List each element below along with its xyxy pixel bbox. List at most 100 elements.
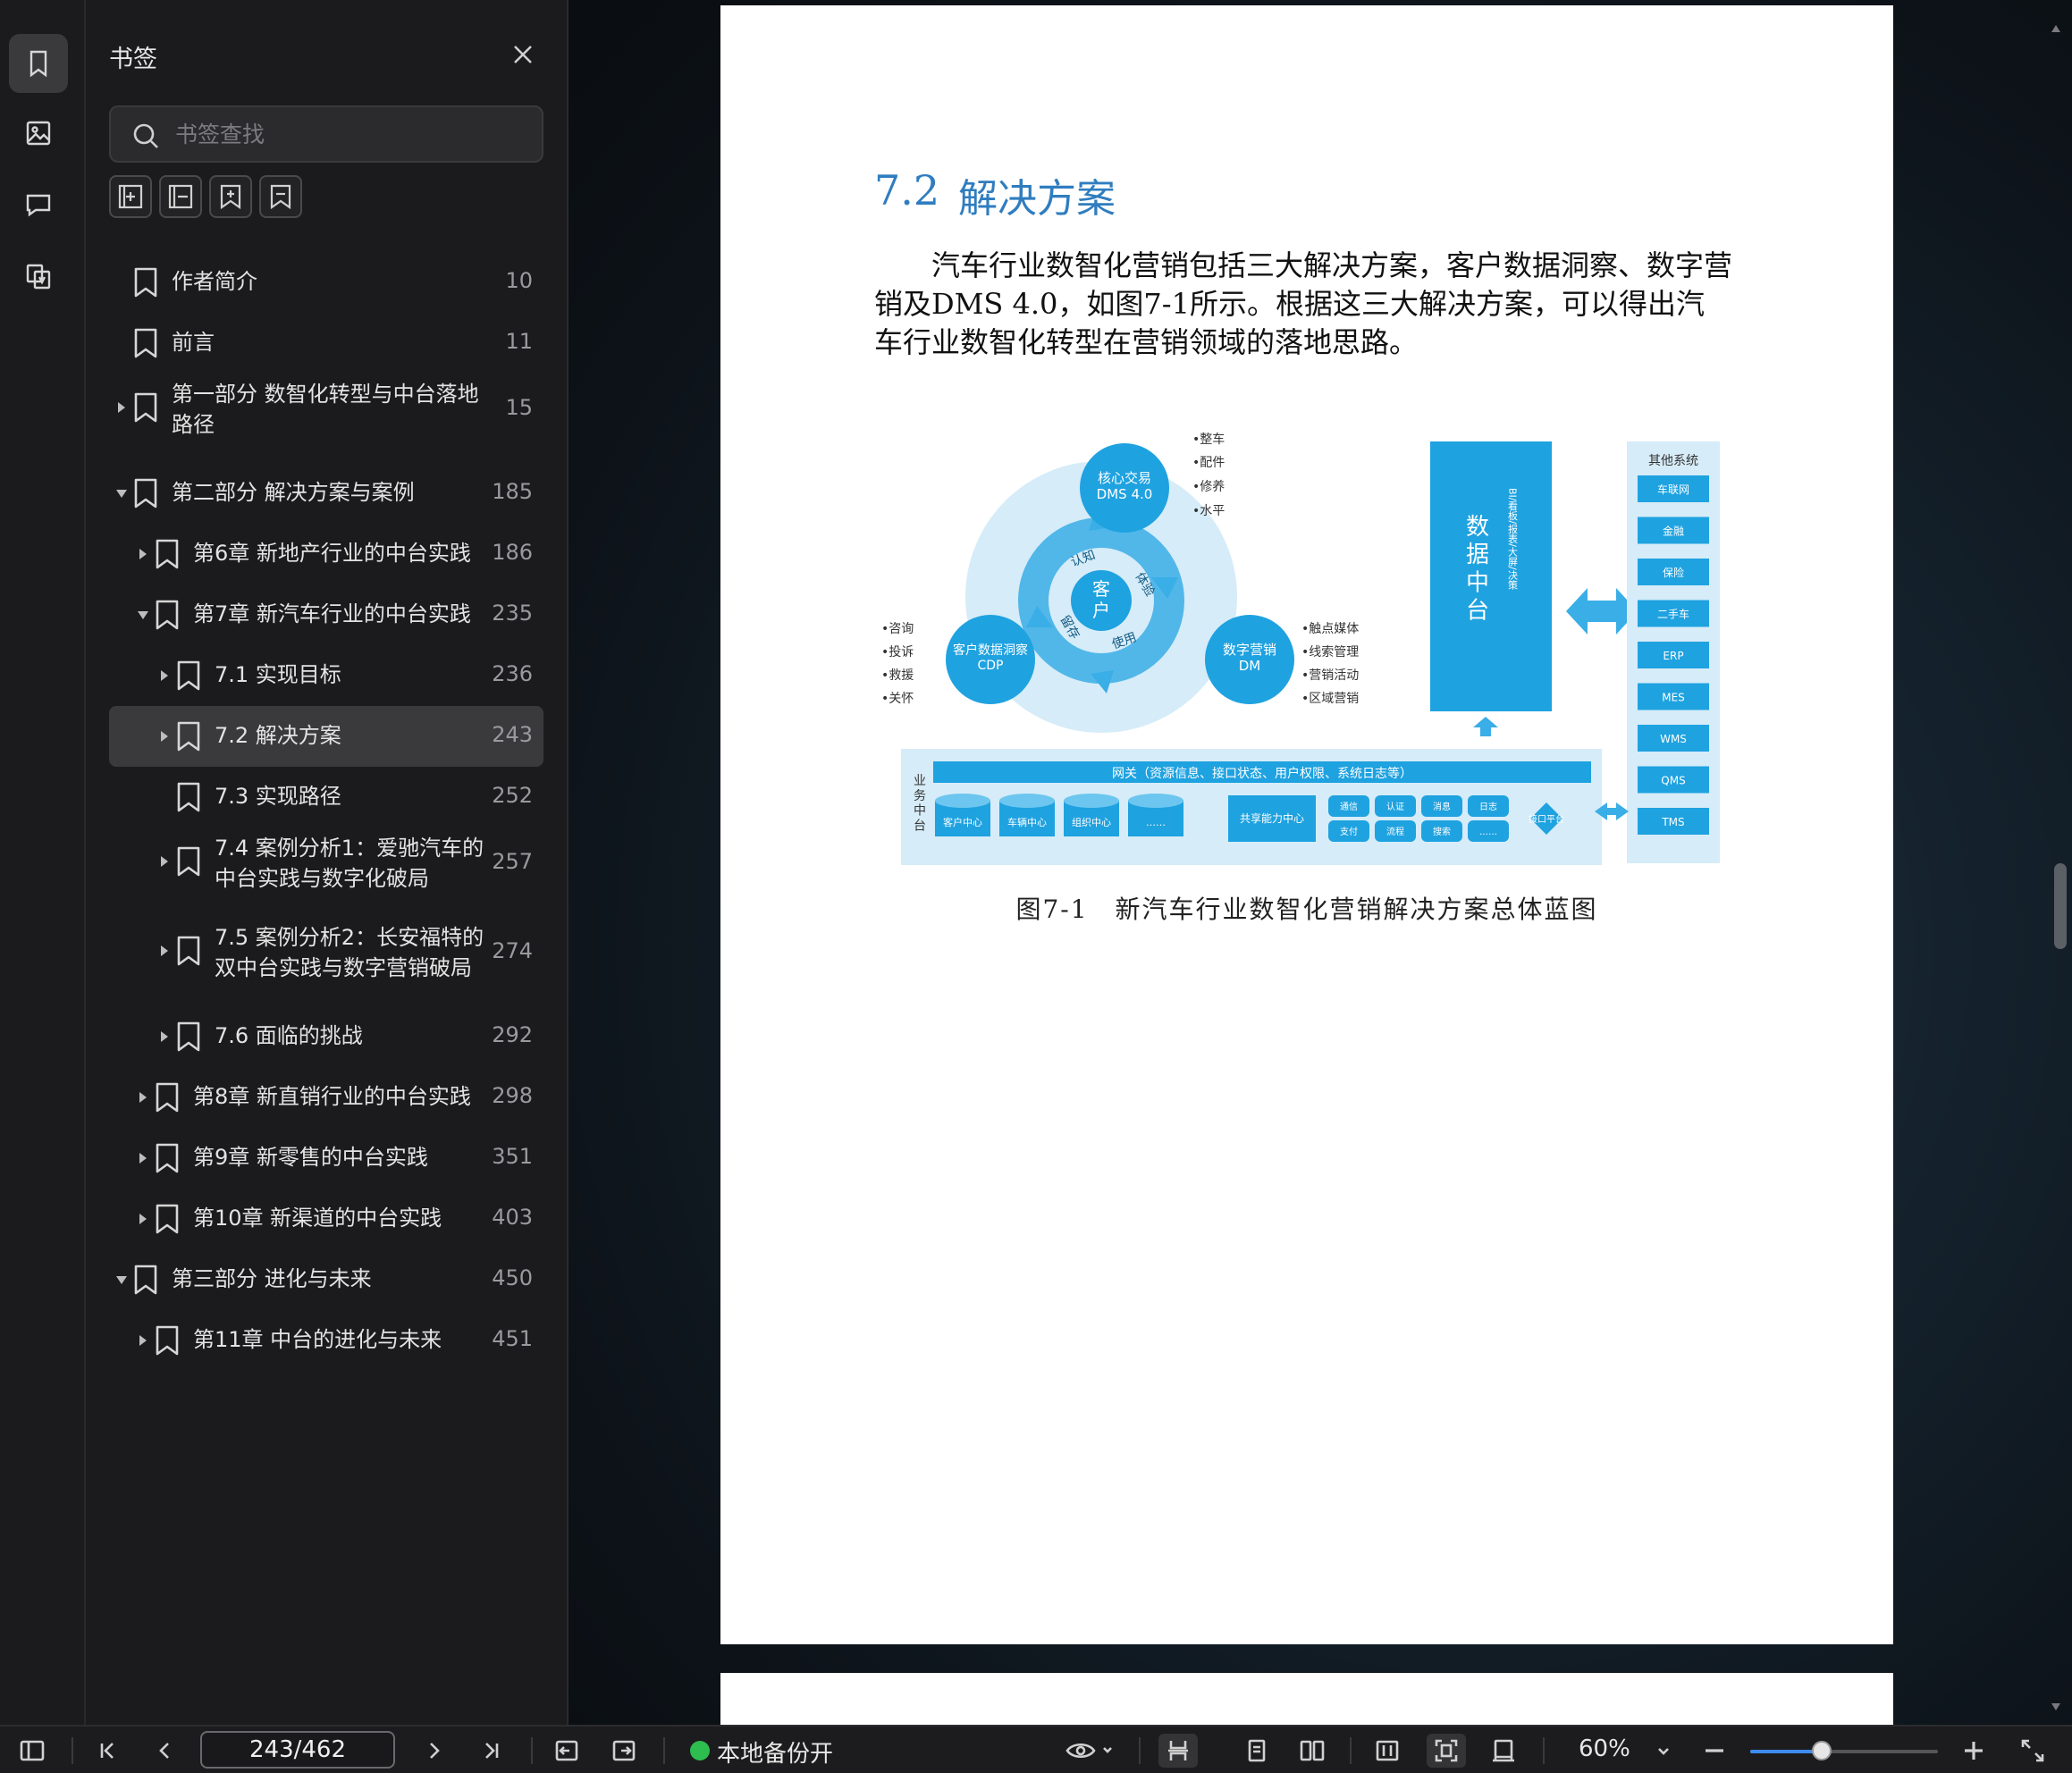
- toolbar-separator: [663, 1737, 665, 1764]
- system-item-label: QMS: [1661, 775, 1685, 787]
- bookmark-icon: [154, 599, 181, 631]
- bookmark-item[interactable]: 7.3 实现路径 252: [109, 767, 543, 828]
- expand-triangle-right-icon[interactable]: [136, 547, 150, 561]
- expand-triangle-right-icon[interactable]: [136, 1333, 150, 1348]
- zoom-out-button[interactable]: [1697, 1734, 1732, 1768]
- scroll-up-arrow[interactable]: [2047, 20, 2065, 38]
- bookmark-icon: [132, 266, 159, 298]
- expand-triangle-down-icon[interactable]: [136, 608, 150, 622]
- bookmark-label: 第6章 新地产行业的中台实践: [193, 541, 471, 566]
- toolbar-separator: [1350, 1737, 1352, 1764]
- attachment-tab-button[interactable]: [9, 247, 68, 306]
- expand-triangle-down-icon[interactable]: [114, 1273, 129, 1287]
- bookmark-label: 7.4 案例分析1：爱驰汽车的 中台实践与数字化破局: [215, 836, 484, 891]
- previous-page-button[interactable]: [147, 1734, 182, 1768]
- panel-title: 书签: [109, 46, 157, 73]
- bullet-text: •触点媒体: [1301, 622, 1359, 636]
- document-viewport[interactable]: 7.2 解决方案 汽车行业数智化营销包括三大解决方案，客户数据洞察、数字营销及D…: [569, 0, 2072, 1725]
- bookmark-item[interactable]: 第10章 新渠道的中台实践 403: [109, 1189, 543, 1249]
- add-bookmark-button[interactable]: [109, 175, 152, 218]
- expand-bookmarks-button[interactable]: [209, 175, 252, 218]
- navigate-forward-button[interactable]: [606, 1734, 642, 1768]
- first-page-button[interactable]: [89, 1734, 125, 1768]
- system-item-label: 二手车: [1657, 608, 1689, 621]
- bookmark-item[interactable]: 第三部分 进化与未来 450: [109, 1249, 543, 1310]
- bookmark-item[interactable]: 第7章 新汽车行业的中台实践 235: [109, 584, 543, 645]
- thumbnail-tab-button[interactable]: [9, 104, 68, 163]
- single-page-button[interactable]: [1237, 1734, 1276, 1768]
- bookmark-item[interactable]: 7.1 实现目标 236: [109, 645, 543, 706]
- next-page-button[interactable]: [417, 1734, 452, 1768]
- bookmark-item[interactable]: 第二部分 解决方案与案例 185: [109, 463, 543, 524]
- navigate-back-button[interactable]: [549, 1734, 585, 1768]
- double-page-button[interactable]: [1293, 1734, 1332, 1768]
- actual-size-button[interactable]: [1484, 1734, 1523, 1768]
- system-item-label: 金融: [1663, 525, 1684, 538]
- comment-tab-button[interactable]: [9, 175, 68, 234]
- expand-triangle-right-icon[interactable]: [136, 1151, 150, 1165]
- bookmark-icon: [154, 1324, 181, 1357]
- sidebar-toggle-icon: [20, 1740, 45, 1761]
- bookmark-item[interactable]: 第8章 新直销行业的中台实践 298: [109, 1067, 543, 1128]
- expand-triangle-down-icon[interactable]: [114, 486, 129, 500]
- chevron-left-icon: [159, 1743, 169, 1759]
- fullscreen-button[interactable]: [2015, 1734, 2051, 1768]
- zoom-in-button[interactable]: [1956, 1734, 1992, 1768]
- bookmark-item[interactable]: 作者简介 10: [109, 252, 543, 313]
- system-item-label: 保险: [1663, 566, 1684, 579]
- bookmark-item[interactable]: 7.4 案例分析1：爱驰汽车的 中台实践与数字化破局 257: [109, 828, 543, 903]
- bookmark-item[interactable]: 7.5 案例分析2：长安福特的 双中台实践与数字营销破局 274: [109, 917, 543, 992]
- read-mode-button[interactable]: [1060, 1734, 1119, 1768]
- expand-triangle-right-icon[interactable]: [136, 1212, 150, 1226]
- expand-triangle-right-icon[interactable]: [157, 944, 172, 958]
- zoom-slider-handle[interactable]: [1811, 1741, 1832, 1760]
- zoom-dropdown-button[interactable]: [1650, 1734, 1677, 1768]
- system-item-label: MES: [1662, 692, 1685, 704]
- system-item-label: 车联网: [1657, 483, 1689, 496]
- double-page-icon: [1300, 1740, 1325, 1761]
- fullscreen-icon: [2021, 1739, 2044, 1762]
- center-label: 车辆中心: [1007, 816, 1047, 828]
- bookmark-item[interactable]: 第一部分 数智化转型与中台落地 路径 15: [109, 374, 543, 449]
- bookmark-page-number: 235: [492, 601, 533, 626]
- expand-triangle-right-icon[interactable]: [114, 400, 129, 415]
- data-platform-box: [1430, 441, 1552, 711]
- last-page-button[interactable]: [474, 1734, 510, 1768]
- fit-page-button[interactable]: [1427, 1734, 1466, 1768]
- bullet-text: •区域营销: [1301, 692, 1359, 706]
- toggle-sidebar-button[interactable]: [14, 1734, 50, 1768]
- fit-width-button[interactable]: [1368, 1734, 1407, 1768]
- expand-triangle-right-icon[interactable]: [157, 1029, 172, 1044]
- collapse-bookmarks-button[interactable]: [259, 175, 302, 218]
- bookmark-item[interactable]: 7.2 解决方案 243: [109, 706, 543, 767]
- fit-width-icon: [1376, 1740, 1399, 1761]
- bookmark-item[interactable]: 第9章 新零售的中台实践 351: [109, 1128, 543, 1189]
- scroll-down-arrow[interactable]: [2047, 1698, 2065, 1716]
- bookmark-item[interactable]: 前言 11: [109, 313, 543, 374]
- expand-triangle-right-icon[interactable]: [136, 1090, 150, 1105]
- bookmark-item[interactable]: 7.6 面临的挑战 292: [109, 1006, 543, 1067]
- bullet-text: •关怀: [881, 692, 914, 706]
- data-platform-label: 数据中台: [1466, 514, 1489, 625]
- page-number-input[interactable]: [200, 1731, 395, 1769]
- body-paragraph: 汽车行业数智化营销包括三大解决方案，客户数据洞察、数字营销及DMS 4.0，如图…: [874, 248, 1733, 359]
- bookmark-search-input[interactable]: [173, 114, 531, 154]
- add-child-bookmark-button[interactable]: [159, 175, 202, 218]
- bookmark-item[interactable]: 第6章 新地产行业的中台实践 186: [109, 524, 543, 584]
- bookmark-item[interactable]: 第11章 中台的进化与未来 451: [109, 1310, 543, 1371]
- expand-triangle-right-icon[interactable]: [157, 854, 172, 869]
- continuous-scroll-button[interactable]: [1158, 1734, 1198, 1768]
- close-icon: [514, 46, 532, 63]
- expand-triangle-right-icon[interactable]: [157, 729, 172, 744]
- vertical-scrollbar-thumb[interactable]: [2054, 863, 2067, 949]
- zoom-slider[interactable]: [1750, 1750, 1938, 1753]
- bullet-text: •水平: [1192, 504, 1225, 518]
- close-panel-button[interactable]: [508, 39, 538, 70]
- triangle-down-icon: [2051, 1703, 2060, 1710]
- vertical-arrow-icon: [1473, 717, 1498, 745]
- backup-status-label[interactable]: 本地备份开: [717, 1735, 833, 1769]
- bookmark-tab-button[interactable]: [9, 34, 68, 93]
- expand-triangle-right-icon[interactable]: [157, 668, 172, 683]
- bookmark-plus-icon: [220, 184, 241, 210]
- zoom-level-label[interactable]: 60%: [1579, 1735, 1630, 1762]
